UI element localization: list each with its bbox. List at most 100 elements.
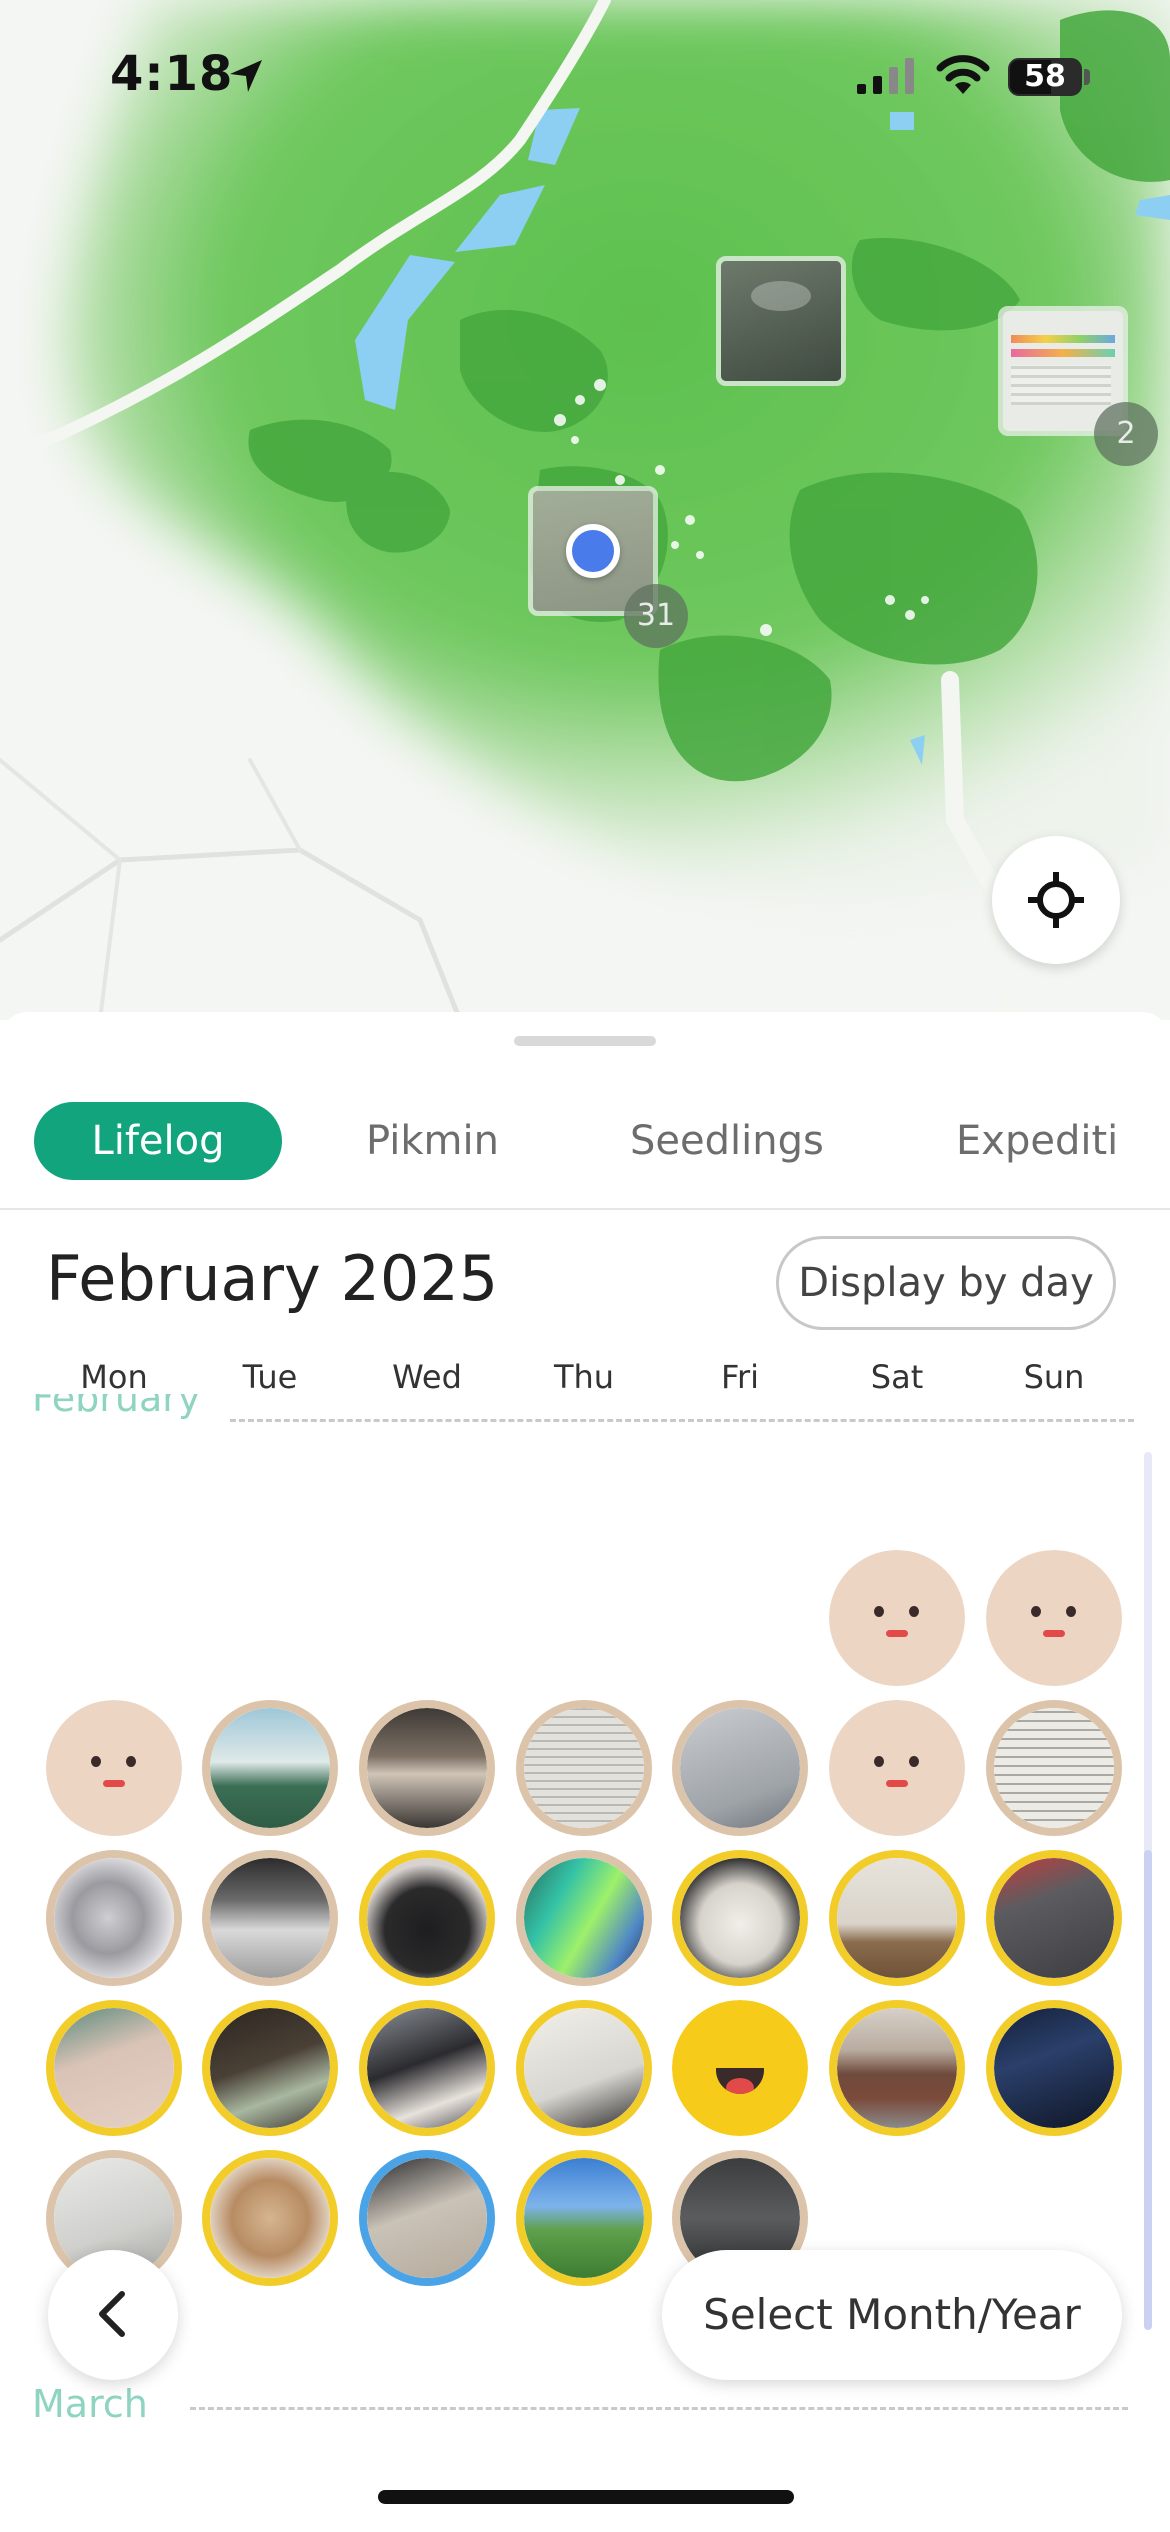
classroom-board-photo [210,1708,330,1828]
month-label-march: March [32,2382,148,2426]
calendar-day-photo[interactable] [829,2000,965,2136]
month-divider [230,1419,1134,1422]
pin-photo-light [751,281,811,311]
workbench-photo [367,2158,487,2278]
calendar-day-photo[interactable] [202,1700,338,1836]
map-view[interactable]: 4:18 58 2 31 [0,0,1170,1020]
calendar-day-empty[interactable] [829,1550,965,1686]
face-eye [874,1756,884,1767]
weekday-mon: Mon [80,1358,148,1396]
face-eye [1066,1606,1076,1617]
month-label-february: February [32,1394,201,1420]
calendar-day-empty[interactable] [46,1700,182,1836]
month-label-clip: February [32,1394,232,1436]
calendar-day-photo[interactable] [516,1850,652,1986]
pin-photo-stripe [1011,349,1115,357]
calendar-day-photo[interactable] [202,2150,338,2286]
pin-count-badge: 2 [1094,402,1158,466]
red-sleeve-photo [994,1858,1114,1978]
calendar-day-smiley[interactable] [672,2000,808,2136]
tab-pikmin[interactable]: Pikmin [366,1102,499,1180]
sheet-drag-handle[interactable] [514,1036,656,1046]
skin-closeup-photo [54,2008,174,2128]
home-indicator [378,2490,794,2504]
calendar-day-photo[interactable] [986,1850,1122,1986]
calendar-day-photo[interactable] [829,1850,965,1986]
station-platform-photo [837,2008,957,2128]
game-landscape-photo [524,2158,644,2278]
calendar-day-photo[interactable] [202,2000,338,2136]
tab-bar: Lifelog Pikmin Seedlings Expediti [0,1088,1170,1210]
person-laptop-photo [367,2008,487,2128]
face-eye [91,1756,101,1767]
tab-lifelog[interactable]: Lifelog [34,1102,282,1180]
face-eye [126,1756,136,1767]
weekday-thu: Thu [553,1358,615,1396]
calendar-day-photo[interactable] [359,1850,495,1986]
face-eye [1031,1606,1041,1617]
pin-photo-thumbnail [721,261,841,381]
room-photo [367,1708,487,1828]
recenter-location-button[interactable] [992,836,1120,964]
face-mouth [886,1630,908,1637]
wifi-icon [936,55,990,94]
face-eye [909,1606,919,1617]
gallery-pedestal-photo [837,1858,957,1978]
pikmin-face-icon [829,1700,965,1836]
calendar-scroll-thumb[interactable] [1144,1850,1152,2330]
pin-photo-stripe [1011,335,1115,343]
calendar-day-photo[interactable] [359,1700,495,1836]
display-by-day-button[interactable]: Display by day [776,1236,1116,1330]
calendar-day-photo[interactable] [359,2150,495,2286]
weekday-sun: Sun [1023,1358,1085,1396]
server-rack-photo [994,2008,1114,2128]
calendar-month-title: February 2025 [46,1242,499,1315]
battery-level: 58 [1024,59,1066,94]
map-photo-pin[interactable] [716,256,846,386]
pin-photo-text [1011,365,1111,405]
tabs-scroll-fade [1110,1088,1170,1208]
status-time: 4:18 [110,46,234,102]
pikmin-face-icon [829,1550,965,1686]
face-eye [874,1606,884,1617]
face-eye [909,1756,919,1767]
weekday-wed: Wed [392,1358,462,1396]
back-button[interactable] [48,2250,178,2380]
white-fabric-photo [680,1858,800,1978]
weekday-sat: Sat [870,1358,924,1396]
calendar-day-photo[interactable] [202,1850,338,1986]
chevron-left-icon [99,2291,125,2337]
battery-icon: 58 [1008,58,1082,96]
calendar-day-empty[interactable] [986,1550,1122,1686]
calendar-day-photo[interactable] [516,2150,652,2286]
calendar-day-empty[interactable] [829,1700,965,1836]
pikmin-face-icon [986,1550,1122,1686]
battery-cap [1084,69,1090,85]
face-mouth [886,1780,908,1787]
smiley-mouth [716,2068,764,2094]
handwritten-notes-photo [994,1708,1114,1828]
calendar-day-photo[interactable] [986,2000,1122,2136]
status-bar: 4:18 58 [0,0,1170,150]
tab-expedition[interactable]: Expediti [956,1102,1118,1180]
calendar-day-photo[interactable] [672,1700,808,1836]
tab-seedlings[interactable]: Seedlings [630,1102,824,1180]
iced-drink-photo [210,2158,330,2278]
pikmin-face-icon [46,1700,182,1836]
printed-page-photo [680,1708,800,1828]
smiley-face-icon [672,2000,808,2136]
calendar-day-photo[interactable] [46,2000,182,2136]
snowy-street-photo [210,1858,330,1978]
calendar-day-photo[interactable] [359,2000,495,2136]
laptop-dark-photo [210,2008,330,2128]
screen-photo [524,1858,644,1978]
calendar-day-photo[interactable] [986,1700,1122,1836]
kitten-photo [54,1858,174,1978]
calendar-day-photo[interactable] [516,1700,652,1836]
calendar-day-photo[interactable] [46,1850,182,1986]
calendar-day-photo[interactable] [516,2000,652,2136]
weekday-fri: Fri [720,1358,760,1396]
person-hair-photo [367,1858,487,1978]
calendar-day-photo[interactable] [672,1850,808,1986]
select-month-year-button[interactable]: Select Month/Year [662,2250,1122,2380]
